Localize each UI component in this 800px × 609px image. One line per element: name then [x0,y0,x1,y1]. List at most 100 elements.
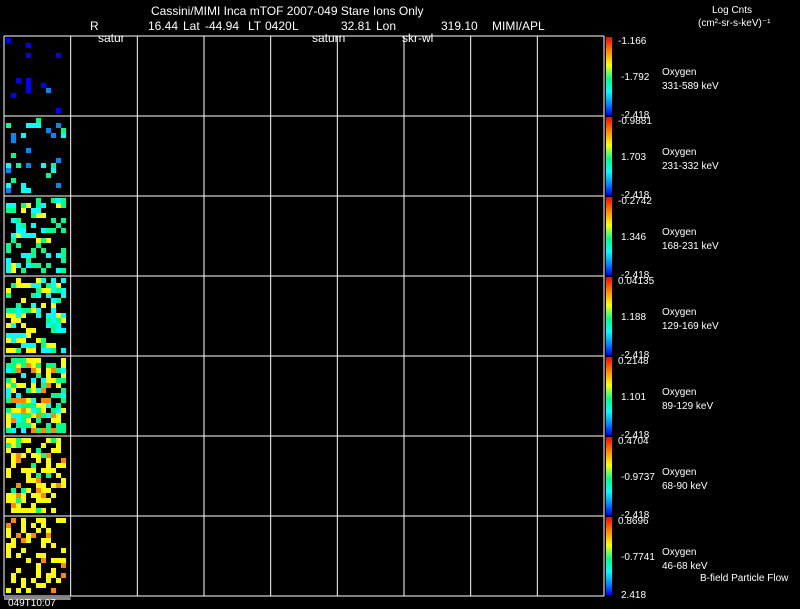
heatmap-cell [16,553,21,558]
heatmap-cell [46,288,51,293]
heatmap-cell [21,338,26,343]
heatmap-cell [36,388,41,393]
scale-mid-label: -0.9737 [621,472,655,483]
heatmap-cell [11,178,16,183]
heatmap-cell [16,393,21,398]
heatmap-cell [31,293,36,298]
heatmap-cell [21,408,26,413]
heatmap-cell [16,313,21,318]
heatmap-cell [16,588,21,593]
heatmap-cell [56,423,61,428]
heatmap-cell [21,223,26,228]
species-label: Oxygen [662,547,696,558]
heatmap-cell [6,183,11,188]
heatmap-cell [51,133,56,138]
heatmap-cell [16,568,21,573]
heatmap-cell [61,478,66,483]
heatmap-cell [11,363,16,368]
heatmap-cell [46,238,51,243]
heatmap-cell [6,268,11,273]
energy-label: 68-90 keV [662,481,708,492]
heatmap-cell [6,333,11,338]
heatmap-cell [11,503,16,508]
heatmap-cell [46,488,51,493]
heatmap-cell [56,198,61,203]
heatmap-cell [31,248,36,253]
heatmap-cell [61,428,66,433]
heatmap-cell [51,278,56,283]
heatmap-cell [16,333,21,338]
heatmap-cell [31,478,36,483]
heatmap-cell [36,238,41,243]
scale-max-label: -1.166 [618,36,647,47]
r-value: 16.44 [148,19,178,33]
heatmap-cell [6,533,11,538]
scale-max-label: 0.04135 [618,276,655,287]
heatmap-cell [36,493,41,498]
heatmap-cell [36,458,41,463]
heatmap-cell [36,368,41,373]
inca-stare-plot: Cassini/MIMI Inca mTOF 2007-049 Stare Io… [3,4,789,609]
energy-label: 46-68 keV [662,561,708,572]
heatmap-cell [6,208,11,213]
heatmap-cell [41,228,46,233]
heatmap-cell [36,338,41,343]
heatmap-cell [41,483,46,488]
heatmap-cell [41,338,46,343]
header: Cassini/MIMI Inca mTOF 2007-049 Stare Io… [90,4,771,45]
heatmap-cell [56,558,61,563]
heatmap-cell [11,218,16,223]
heatmap-cell [6,168,11,173]
heatmap-cell [21,133,26,138]
heatmap-cell [46,538,51,543]
heatmap-cell [51,368,56,373]
heatmap-cell [51,283,56,288]
heatmap-cell [21,418,26,423]
heatmap-cell [46,573,51,578]
time-label: 049T10:07 [8,598,56,609]
scale-max-label: -0.2742 [618,196,652,207]
scale-mid-label: 1.101 [621,392,646,403]
heatmap-cell [6,408,11,413]
heatmap-cell [51,198,56,203]
scale-mid-label: -0.7741 [621,552,655,563]
heatmap-cell [31,283,36,288]
heatmap-cell [36,573,41,578]
heatmap-cell [6,428,11,433]
heatmap-cell [31,398,36,403]
heatmap-cell [46,173,51,178]
heatmap-cell [61,563,66,568]
heatmap-cell [61,248,66,253]
heatmap-cell [11,573,16,578]
heatmap-cell [26,403,31,408]
heatmap-cell [6,468,11,473]
heatmap-cell [61,363,66,368]
heatmap-cell [41,508,46,513]
heatmap-cell [46,318,51,323]
heatmap-cell [46,343,51,348]
heatmap-cell [46,293,51,298]
heatmap-cell [36,263,41,268]
heatmap-cell [11,398,16,403]
heatmap-cell [16,363,21,368]
energy-label: 168-231 keV [662,241,719,252]
heatmap-cell [26,263,31,268]
heatmap-cell [56,323,61,328]
heatmap-cell [16,418,21,423]
heatmap-cell [36,478,41,483]
heatmap-cell [51,288,56,293]
heatmap-cell [26,398,31,403]
heatmap-cell [16,243,21,248]
heatmap-cell [41,303,46,308]
heatmap-cell [56,108,61,113]
heatmap-cell [11,313,16,318]
heatmap-cell [56,268,61,273]
heatmap-cell [61,548,66,553]
heatmap-cell [51,163,56,168]
heatmap-cell [6,443,11,448]
heatmap-cell [51,323,56,328]
heatmap-cell [21,498,26,503]
heatmap-cell [11,358,16,363]
heatmap-cell [6,388,11,393]
heatmap-cell [11,418,16,423]
